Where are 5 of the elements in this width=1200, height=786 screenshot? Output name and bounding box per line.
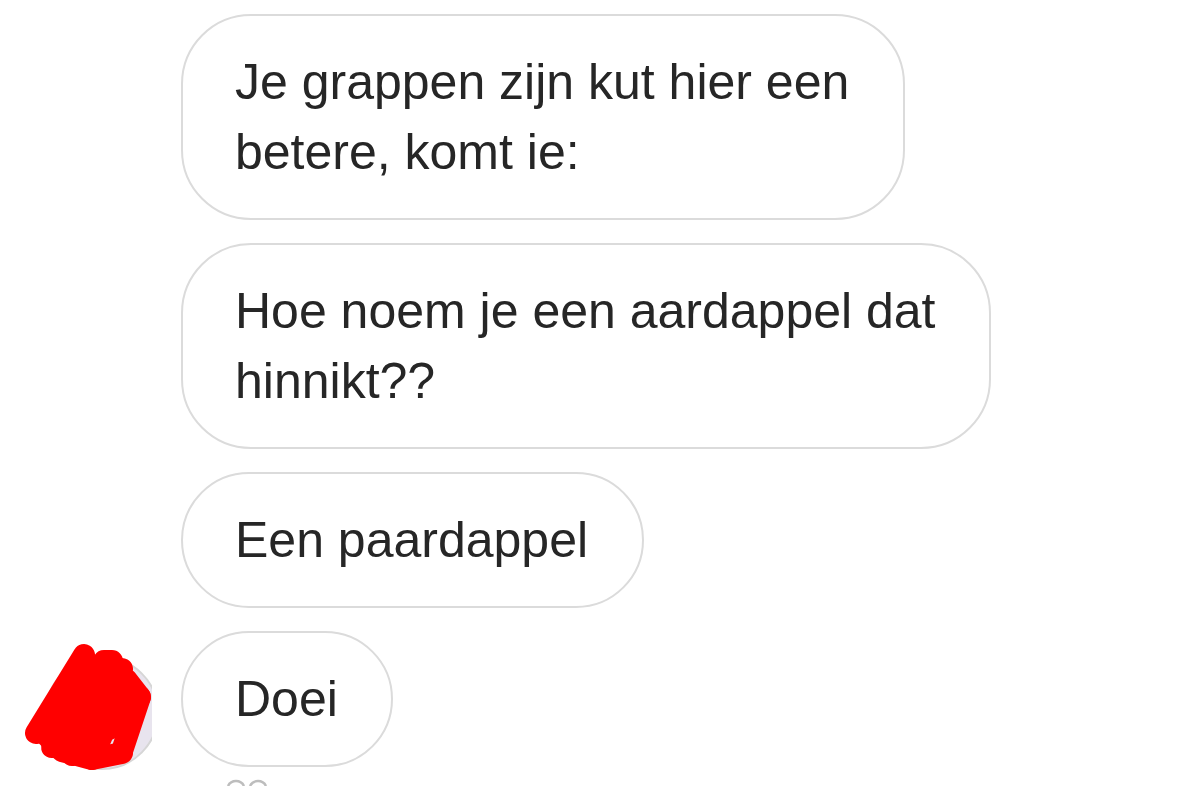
partial-icon bbox=[226, 777, 268, 786]
message-bubble: Een paardappel bbox=[181, 472, 644, 608]
message-bubble: Hoe noem je een aardappel dat hinnikt?? bbox=[181, 243, 991, 449]
message-bubble: Je grappen zijn kut hier een betere, komt ie: bbox=[181, 14, 905, 220]
message-bubble: Doei bbox=[181, 631, 393, 767]
